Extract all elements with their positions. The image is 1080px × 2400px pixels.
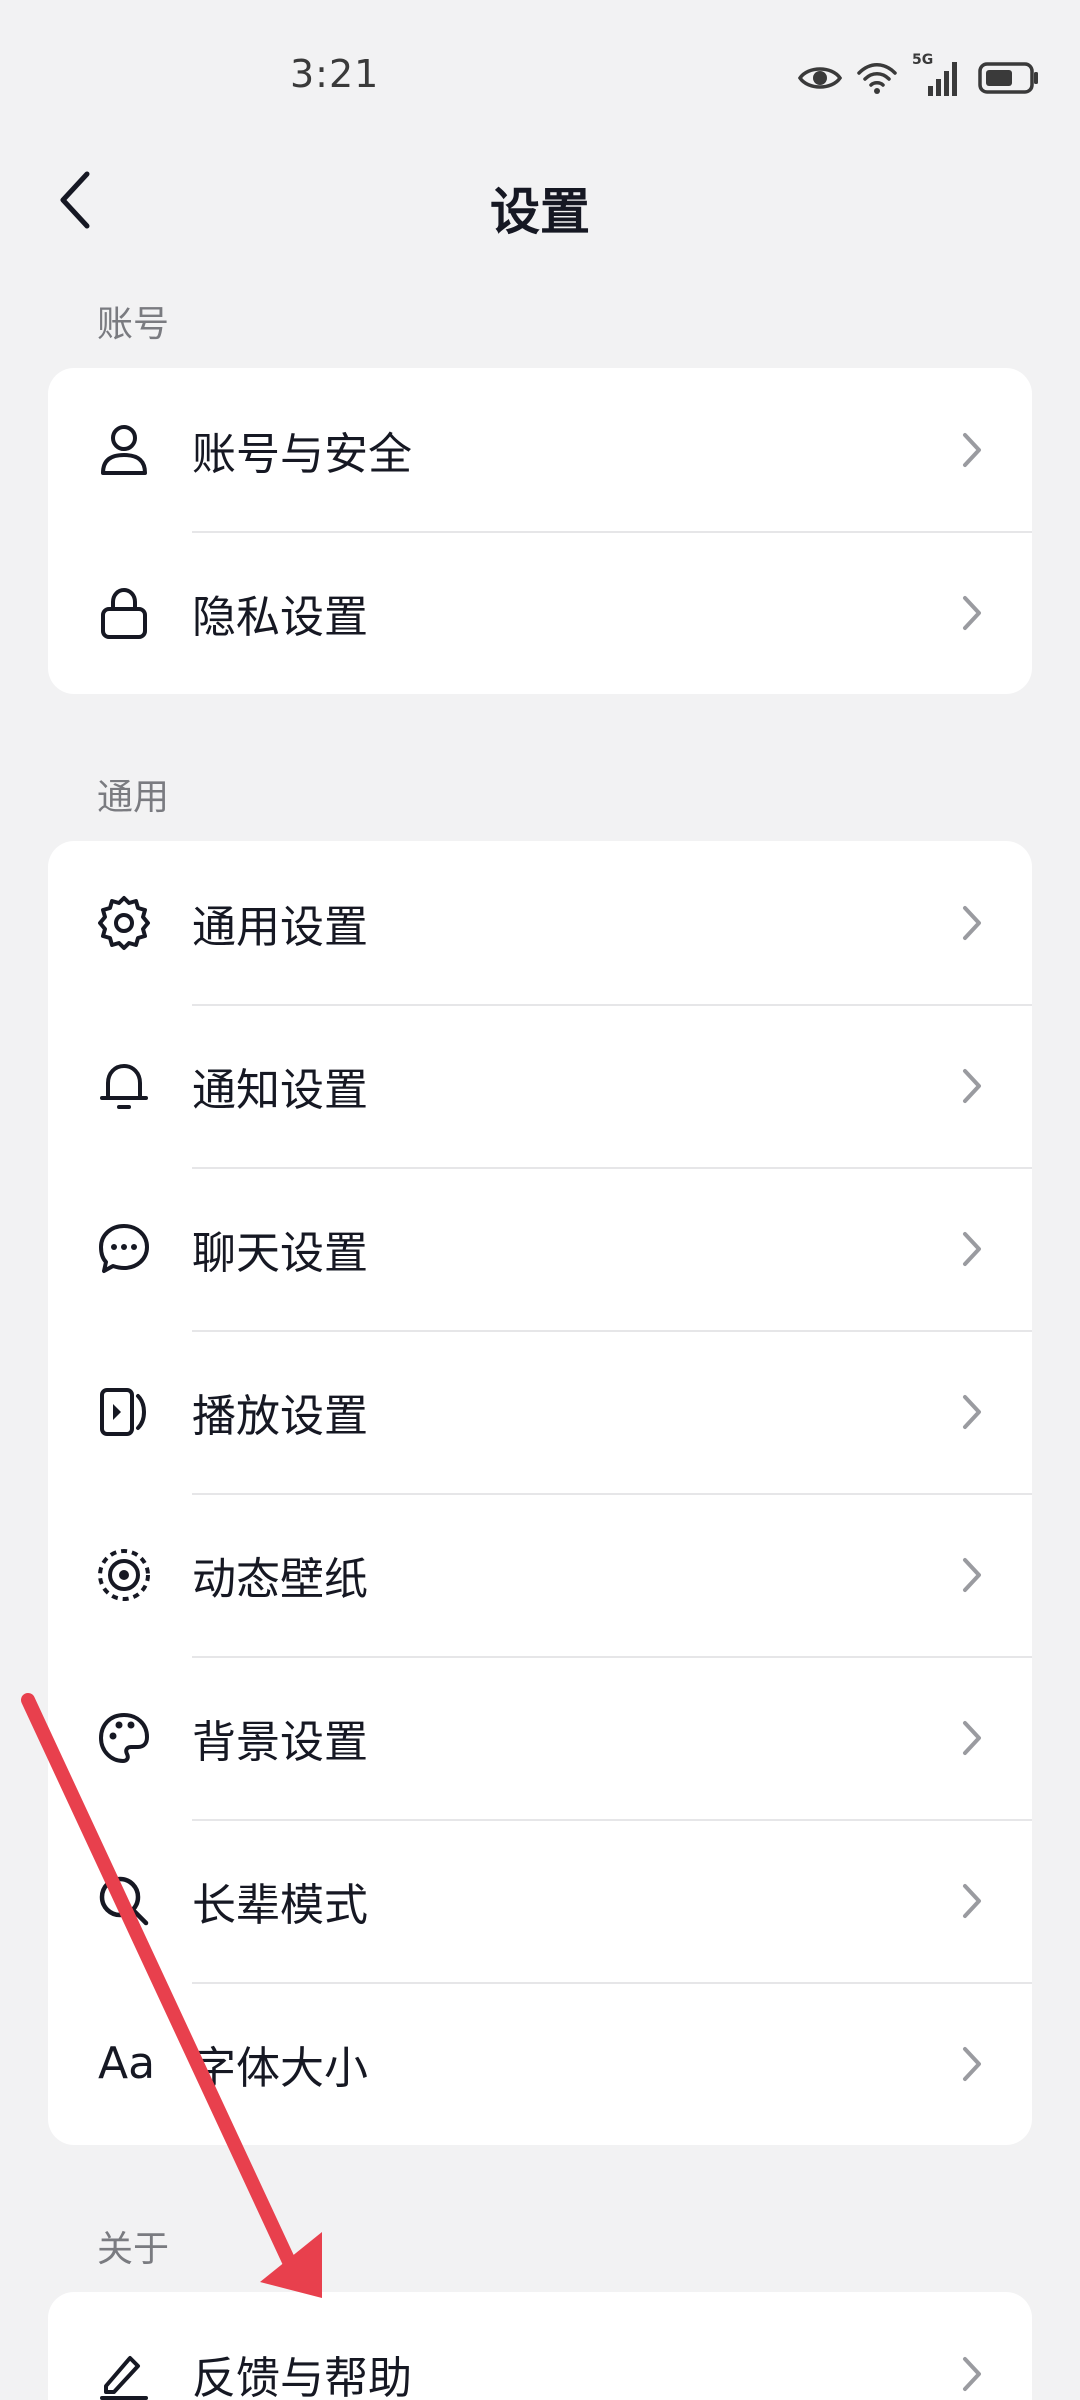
settings-row-notifications[interactable]: 通知设置 <box>48 1004 1032 1167</box>
chevron-right-icon <box>960 1066 984 1106</box>
settings-row-dynamic-wallpaper[interactable]: 动态壁纸 <box>48 1493 1032 1656</box>
row-label: 隐私设置 <box>192 591 368 643</box>
settings-row-elder-mode[interactable]: 长辈模式 <box>48 1819 1032 1982</box>
palette-icon <box>96 1710 152 1766</box>
row-label: 通知设置 <box>192 1064 368 1116</box>
pencil-icon <box>96 2346 152 2400</box>
section-label-account: 账号 <box>97 304 170 345</box>
chevron-right-icon <box>960 1229 984 1269</box>
chevron-right-icon <box>960 1555 984 1595</box>
search-magnifier-icon <box>96 1873 152 1929</box>
status-icons: 5G <box>798 52 1040 100</box>
page-title: 设置 <box>490 183 590 241</box>
row-label: 长辈模式 <box>192 1879 368 1931</box>
section-label-general: 通用 <box>97 777 170 818</box>
row-label: 动态壁纸 <box>192 1553 368 1605</box>
settings-row-general[interactable]: 通用设置 <box>48 841 1032 1004</box>
gear-icon <box>96 895 152 951</box>
chat-bubble-icon <box>96 1221 152 1277</box>
row-label: 账号与安全 <box>192 428 412 480</box>
play-settings-icon <box>96 1384 152 1440</box>
settings-page: 3:21 5G 设置 账号 账号与安全 隐私设置 通用 通用设置 通知设置 聊天… <box>0 0 1080 2400</box>
font-size-icon: Aa <box>98 2038 156 2089</box>
settings-row-feedback-help[interactable]: 反馈与帮助 <box>48 2292 1032 2400</box>
settings-row-playback[interactable]: 播放设置 <box>48 1330 1032 1493</box>
lock-icon <box>96 585 152 641</box>
row-label: 聊天设置 <box>192 1227 368 1279</box>
settings-row-account-security[interactable]: 账号与安全 <box>48 368 1032 531</box>
settings-row-font-size[interactable]: Aa 字体大小 <box>48 1982 1032 2145</box>
row-label: 反馈与帮助 <box>192 2352 412 2400</box>
account-card: 账号与安全 隐私设置 <box>48 368 1032 694</box>
status-bar: 3:21 5G <box>0 0 1080 150</box>
chevron-right-icon <box>960 903 984 943</box>
section-label-about: 关于 <box>97 2229 170 2270</box>
chevron-right-icon <box>960 1881 984 1921</box>
chevron-right-icon <box>960 2354 984 2394</box>
status-time: 3:21 <box>290 52 380 96</box>
row-label: 背景设置 <box>192 1716 368 1768</box>
settings-row-privacy[interactable]: 隐私设置 <box>48 531 1032 694</box>
user-icon <box>96 422 152 478</box>
battery-icon <box>978 61 1040 95</box>
settings-row-background[interactable]: 背景设置 <box>48 1656 1032 1819</box>
row-label: 播放设置 <box>192 1390 368 1442</box>
cellular-signal-icon: 5G <box>912 52 964 100</box>
dynamic-wallpaper-icon <box>96 1547 152 1603</box>
wifi-icon <box>856 60 898 96</box>
eye-icon <box>798 63 842 93</box>
row-label: 通用设置 <box>192 901 368 953</box>
about-card: 反馈与帮助 <box>48 2292 1032 2400</box>
chevron-right-icon <box>960 593 984 633</box>
nav-bar: 设置 <box>0 150 1080 250</box>
settings-row-chat[interactable]: 聊天设置 <box>48 1167 1032 1330</box>
chevron-right-icon <box>960 2044 984 2084</box>
chevron-right-icon <box>960 1392 984 1432</box>
chevron-right-icon <box>960 430 984 470</box>
general-card: 通用设置 通知设置 聊天设置 播放设置 动态壁纸 背景设置 长辈模式 Aa 字体… <box>48 841 1032 2145</box>
row-label: 字体大小 <box>192 2042 368 2094</box>
chevron-right-icon <box>960 1718 984 1758</box>
bell-icon <box>96 1058 152 1114</box>
